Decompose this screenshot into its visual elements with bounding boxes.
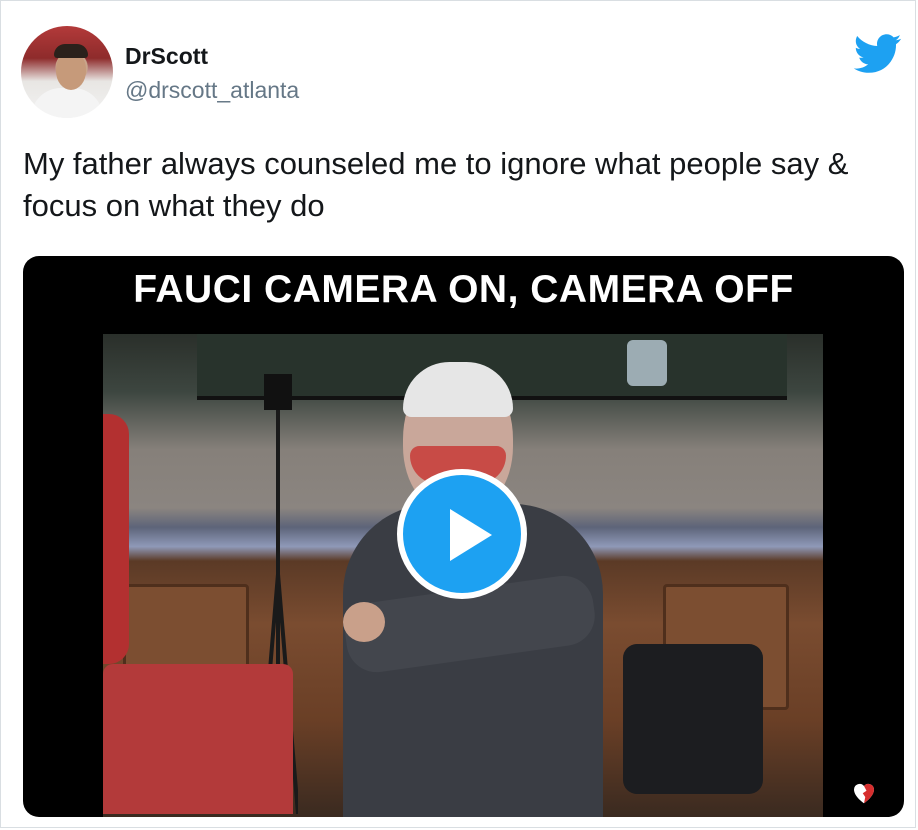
avatar-hair — [54, 44, 88, 58]
red-bag — [103, 664, 293, 814]
twitter-bird-icon[interactable] — [853, 34, 903, 74]
author-display-name[interactable]: DrScott — [125, 43, 208, 70]
broken-heart-icon — [854, 783, 874, 804]
avatar-shirt — [31, 88, 103, 118]
video-player[interactable]: FAUCI CAMERA ON, CAMERA OFF — [23, 256, 904, 817]
author-avatar[interactable] — [21, 26, 113, 118]
video-caption: FAUCI CAMERA ON, CAMERA OFF — [133, 268, 794, 311]
play-icon[interactable] — [397, 469, 527, 599]
chair — [623, 644, 763, 794]
tweet-text: My father always counseled me to ignore … — [23, 146, 849, 223]
tweet-card: DrScott @drscott_atlanta My father alway… — [0, 0, 916, 828]
author-handle[interactable]: @drscott_atlanta — [125, 77, 299, 104]
hand — [343, 602, 385, 642]
